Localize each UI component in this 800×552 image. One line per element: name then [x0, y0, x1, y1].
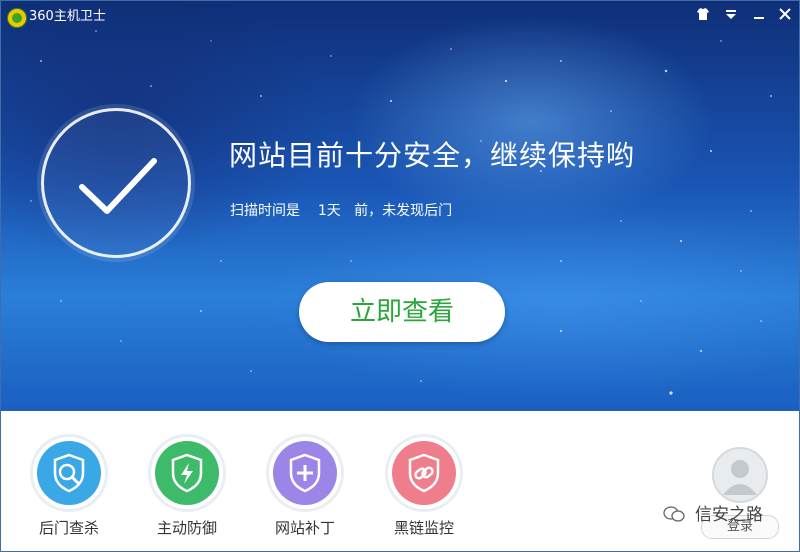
app-title: 360主机卫士 [29, 9, 106, 24]
scan-time-suffix: 前，未发现后门 [354, 203, 453, 219]
user-icon [723, 460, 757, 495]
tool-label: 主动防御 [156, 519, 217, 537]
scan-time-days: 1天 [317, 203, 341, 219]
tool-icon-ring [148, 434, 226, 512]
watermark: 信安之路 [663, 503, 763, 527]
wechat-icon [663, 506, 685, 522]
tool-label: 黑链监控 [393, 519, 454, 537]
user-avatar[interactable] [712, 447, 768, 503]
title-bar: 360主机卫士 [1, 1, 799, 33]
close-icon[interactable] [775, 7, 795, 27]
tool-icon-ring [385, 434, 463, 512]
skin-icon[interactable] [693, 7, 713, 27]
minimize-icon[interactable] [749, 7, 769, 27]
scan-time-info: 扫描时间是 1天 前，未发现后门 [230, 201, 452, 221]
tool-blacklink-monitor[interactable]: 黑链监控 [379, 434, 469, 538]
scan-time-prefix: 扫描时间是 [230, 203, 300, 219]
tool-active-defense[interactable]: 主动防御 [142, 434, 232, 538]
view-now-button[interactable]: 立即查看 [299, 282, 505, 342]
tool-icon-ring [266, 434, 344, 512]
magnifier-shield-icon [37, 441, 101, 505]
tool-label: 后门查杀 [38, 519, 99, 537]
status-headline: 网站目前十分安全，继续保持哟 [229, 139, 636, 172]
tool-backdoor-scan[interactable]: 后门查杀 [24, 434, 114, 538]
menu-icon[interactable] [721, 7, 741, 27]
hero-panel: 360主机卫士 网站目前十分安全，继续保持哟 扫描时间是 1天 前，未发现后门 … [1, 1, 799, 411]
tool-label: 网站补丁 [274, 519, 335, 537]
app-logo-icon [7, 8, 27, 28]
checkmark-icon [79, 158, 157, 214]
lightning-shield-icon [155, 441, 219, 505]
app-window: 360主机卫士 网站目前十分安全，继续保持哟 扫描时间是 1天 前，未发现后门 … [0, 0, 800, 552]
plus-shield-icon [273, 441, 337, 505]
watermark-text: 信安之路 [695, 505, 763, 525]
tools-panel: 后门查杀 主动防御 网站补丁 黑链监控 登录 信安之路 [1, 411, 799, 551]
link-shield-icon [392, 441, 456, 505]
safe-status-indicator [41, 108, 191, 258]
tool-site-patch[interactable]: 网站补丁 [260, 434, 350, 538]
tool-icon-ring [30, 434, 108, 512]
